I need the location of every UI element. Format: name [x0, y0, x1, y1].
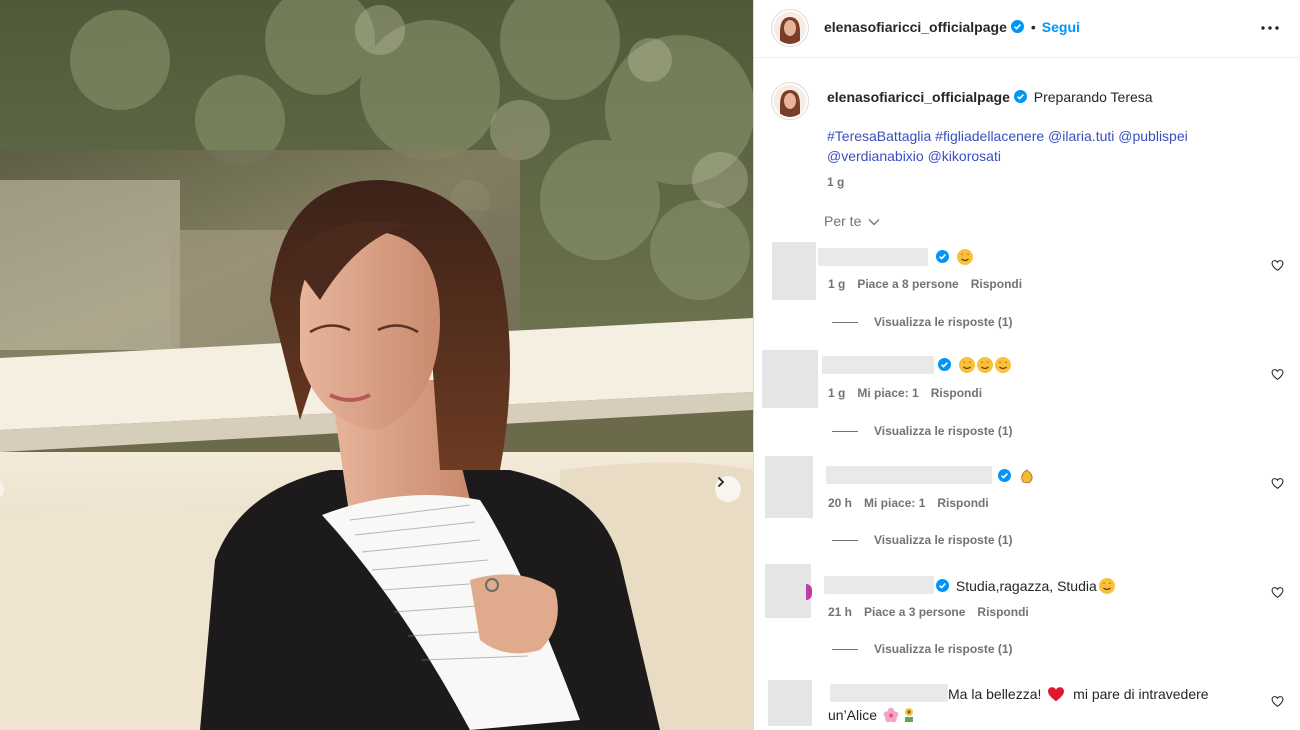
header-author-row: elenasofiaricci_officialpage • Segui [824, 19, 1080, 37]
replies-divider [832, 539, 858, 541]
author-avatar[interactable] [774, 12, 806, 44]
view-replies-button[interactable]: Visualizza le risposte (1) [832, 533, 1013, 547]
heart-outline-icon[interactable] [1271, 695, 1284, 708]
commenter-username-redacted[interactable] [822, 356, 934, 374]
comment-body: Studia,ragazza, Studia [932, 576, 1115, 596]
post-side-panel: elenasofiaricci_officialpage • Segui elena… [753, 0, 1300, 730]
caption-tags-line-2[interactable]: @verdianabixio @kikorosati [827, 146, 1001, 166]
post-header: elenasofiaricci_officialpage • Segui [754, 0, 1300, 58]
post-photo[interactable] [0, 0, 753, 730]
chevron-down-icon [868, 219, 880, 226]
comment-likes[interactable]: Piace a 8 persone [857, 277, 958, 291]
red-heart-emoji-icon [1047, 686, 1065, 702]
chevron-right-icon [718, 477, 725, 487]
separator-dot: • [1030, 19, 1036, 35]
post-image [0, 0, 753, 730]
comment-body-line-2: un’Alice [828, 705, 917, 725]
commenter-avatar[interactable] [765, 456, 813, 518]
author-username[interactable]: elenasofiaricci_officialpage [824, 19, 1007, 35]
caption-username[interactable]: elenasofiaricci_officialpage [827, 89, 1010, 105]
clapping-hands-emoji-icon [1019, 468, 1035, 484]
commenter-avatar[interactable] [772, 242, 816, 300]
caption-age: 1 g [827, 175, 845, 189]
reply-button[interactable]: Rispondi [937, 496, 988, 510]
heart-outline-icon[interactable] [1271, 368, 1284, 381]
replies-divider [832, 321, 858, 323]
sort-label: Per te [824, 213, 862, 229]
verified-badge-icon [1013, 90, 1027, 103]
comment-meta: 20 h Mi piace: 1 Rispondi [828, 496, 1001, 510]
comment-likes[interactable]: Mi piace: 1 [857, 386, 918, 400]
comment-meta: 1 g Piace a 8 persone Rispondi [828, 277, 1034, 291]
commenter-avatar[interactable] [768, 680, 812, 726]
comment-text-continued: mi pare di intravedere [1073, 686, 1209, 702]
caption-text: Preparando Teresa [1033, 89, 1153, 105]
caption-author-avatar[interactable] [774, 85, 806, 117]
comment-text: Ma la bellezza! [948, 686, 1042, 702]
replies-divider [832, 430, 858, 432]
verified-badge-icon [936, 579, 949, 592]
view-replies-label: Visualizza le risposte (1) [874, 424, 1013, 438]
star-struck-emoji-icon [994, 357, 1011, 373]
comment-body [932, 247, 973, 267]
commenter-username-redacted[interactable] [818, 248, 928, 266]
comment-age: 1 g [828, 386, 846, 400]
commenter-username-redacted[interactable] [826, 466, 992, 484]
heart-outline-icon[interactable] [1271, 477, 1284, 490]
comment-sort-dropdown[interactable]: Per te [824, 213, 880, 229]
comment-meta: 21 h Piace a 3 persone Rispondi [828, 605, 1041, 619]
next-image-button[interactable] [715, 476, 741, 502]
commenter-username-redacted[interactable] [824, 576, 934, 594]
commenter-username-redacted[interactable] [830, 684, 948, 702]
potted-flower-emoji-icon [901, 707, 917, 723]
comment-body [934, 355, 1011, 375]
view-replies-button[interactable]: Visualizza le risposte (1) [832, 424, 1013, 438]
star-struck-emoji-icon [958, 357, 975, 373]
verified-badge-icon [1010, 20, 1024, 33]
view-replies-label: Visualizza le risposte (1) [874, 315, 1013, 329]
comment-likes[interactable]: Piace a 3 persone [864, 605, 965, 619]
star-struck-emoji-icon [1098, 578, 1115, 594]
star-struck-emoji-icon [956, 249, 973, 265]
commenter-avatar[interactable] [765, 564, 811, 618]
reply-button[interactable]: Rispondi [971, 277, 1022, 291]
reply-button[interactable]: Rispondi [977, 605, 1028, 619]
story-ring-fragment [806, 584, 812, 600]
comment-age: 1 g [828, 277, 846, 291]
view-replies-label: Visualizza le risposte (1) [874, 642, 1013, 656]
comment-text-line-2: un’Alice [828, 707, 878, 723]
follow-button[interactable]: Segui [1042, 19, 1080, 35]
cherry-blossom-emoji-icon [883, 707, 899, 723]
heart-outline-icon[interactable] [1271, 586, 1284, 599]
caption-first-line: elenasofiaricci_officialpage Preparando … [827, 87, 1153, 107]
verified-badge-icon [998, 469, 1011, 482]
comment-meta: 1 g Mi piace: 1 Rispondi [828, 386, 994, 400]
replies-divider [832, 648, 858, 650]
caption-tags-line-1[interactable]: #TeresaBattaglia #figliadellacenere @ila… [827, 126, 1188, 146]
comment-likes[interactable]: Mi piace: 1 [864, 496, 925, 510]
reply-button[interactable]: Rispondi [931, 386, 982, 400]
comment-age: 21 h [828, 605, 853, 619]
comment-age: 20 h [828, 496, 853, 510]
view-replies-label: Visualizza le risposte (1) [874, 533, 1013, 547]
comment-text: Studia,ragazza, Studia [955, 578, 1097, 594]
view-replies-button[interactable]: Visualizza le risposte (1) [832, 315, 1013, 329]
verified-badge-icon [936, 250, 949, 263]
view-replies-button[interactable]: Visualizza le risposte (1) [832, 642, 1013, 656]
comment-body [994, 466, 1035, 486]
verified-badge-icon [938, 358, 951, 371]
commenter-avatar[interactable] [762, 350, 818, 408]
star-struck-emoji-icon [976, 357, 993, 373]
heart-outline-icon[interactable] [1271, 259, 1284, 272]
more-options-icon[interactable] [1259, 18, 1281, 38]
comment-body: Ma la bellezza! mi pare di intravedere [948, 684, 1209, 704]
